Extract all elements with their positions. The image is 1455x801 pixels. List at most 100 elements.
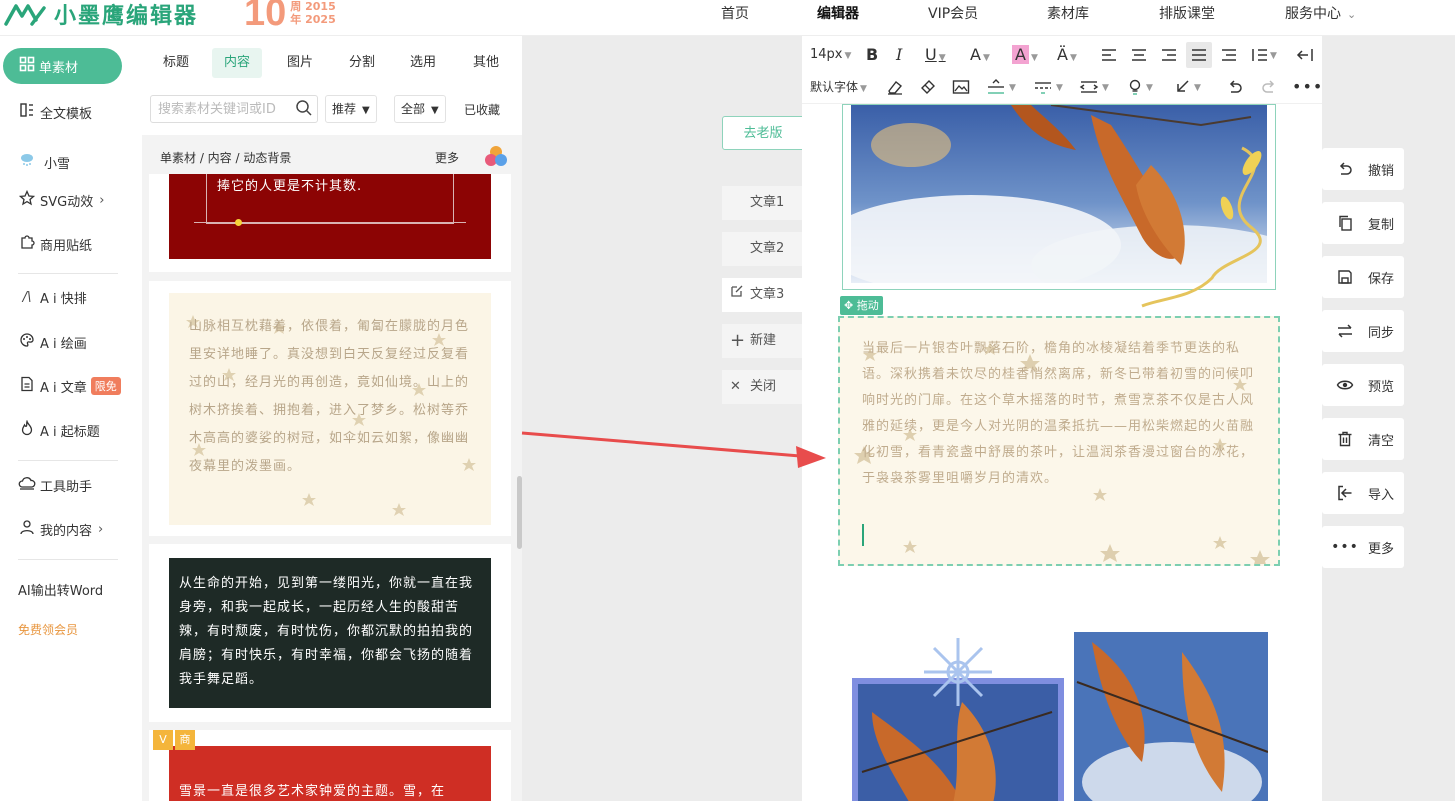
selected-text-block[interactable]: 当最后一片银杏叶飘落石阶，檐角的冰棱凝结着季节更迭的私语。深秋携着未饮尽的桂香悄…: [838, 316, 1280, 566]
close-article-button[interactable]: ✕ 关闭: [722, 370, 802, 404]
logo[interactable]: 小墨鹰编辑器: [4, 0, 198, 29]
undo-icon[interactable]: [1226, 76, 1244, 98]
cloud-tool-icon: [18, 475, 36, 495]
align-right-icon[interactable]: [1160, 44, 1178, 66]
sidebar-item-ai-word[interactable]: AI输出转Word: [18, 580, 103, 599]
material-scrollbar[interactable]: [517, 476, 522, 549]
editor-canvas: 14px ▼ B I U ▼ A ▼ A ▼ Ä ▼ ▼ 默认字体 ▼ ▼ ▼ ▼ ▼ ▼ …: [802, 36, 1322, 801]
nav-vip[interactable]: VIP会员: [928, 3, 978, 23]
sidebar-item-ai-title[interactable]: A i 起标题: [18, 419, 100, 440]
sidebar-item-ai-paint[interactable]: A i 绘画: [18, 332, 87, 352]
search-input[interactable]: [158, 100, 288, 118]
bulb-icon[interactable]: ▼: [1126, 76, 1153, 98]
tab-other[interactable]: 其他: [461, 48, 511, 78]
bottom-image-group[interactable]: [852, 632, 1268, 801]
line-height-icon[interactable]: ▼: [1250, 44, 1277, 66]
format-brush-icon[interactable]: [919, 76, 937, 98]
exit-icon[interactable]: [1296, 44, 1314, 66]
font-family-select[interactable]: 默认字体 ▼: [810, 76, 867, 98]
doc-icon: [18, 376, 36, 396]
sidebar-item-svg[interactable]: SVG动效 ›: [18, 189, 104, 210]
sort-select-value: 推荐: [332, 102, 357, 116]
material-card[interactable]: 从生命的开始，见到第一缕阳光，你就一直在我身旁，和我一起成长，一起历经人生的酸甜…: [149, 544, 511, 722]
indent-icon[interactable]: [1220, 44, 1238, 66]
sort-select[interactable]: 推荐 ▼: [325, 95, 377, 123]
sidebar-item-stickers[interactable]: 商用贴纸: [18, 234, 92, 254]
collected-link[interactable]: 已收藏: [464, 101, 500, 118]
article-tab-2[interactable]: 文章2: [722, 232, 802, 266]
divider-line-icon[interactable]: ▼: [1032, 76, 1063, 98]
nav-library[interactable]: 素材库: [1047, 3, 1089, 23]
card-badges: V 商: [153, 730, 197, 750]
paragraph-spacing-icon[interactable]: ▼: [985, 76, 1016, 98]
new-article-button[interactable]: + 新建: [722, 324, 802, 358]
drag-handle[interactable]: ✥ 拖动: [840, 296, 883, 315]
eraser-icon[interactable]: [886, 76, 904, 98]
bold-icon[interactable]: B: [866, 44, 878, 66]
copy-button[interactable]: 复制: [1322, 202, 1404, 244]
sidebar-item-snow[interactable]: 小雪: [18, 152, 70, 172]
article-tab-3[interactable]: 文章3: [722, 278, 802, 312]
material-card[interactable]: 山脉相互枕藉着，依偎着，匍匐在朦胧的月色里安详地睡了。真没想到白天反复经过反复看…: [149, 281, 511, 536]
redo-icon[interactable]: [1260, 76, 1278, 98]
sync-button[interactable]: 同步: [1322, 310, 1404, 352]
nav-editor[interactable]: 编辑器: [817, 3, 859, 23]
nav-home[interactable]: 首页: [721, 3, 749, 23]
close-icon: ✕: [730, 379, 741, 394]
import-button[interactable]: 导入: [1322, 472, 1404, 514]
clear-button[interactable]: 清空: [1322, 418, 1404, 460]
more-button[interactable]: ••• 更多: [1322, 526, 1404, 568]
save-button[interactable]: 保存: [1322, 256, 1404, 298]
underline-icon[interactable]: U ▼: [925, 44, 946, 66]
italic-icon[interactable]: I: [896, 44, 902, 66]
puzzle-icon: [18, 234, 36, 254]
align-center-icon[interactable]: [1130, 44, 1148, 66]
text-caret: [862, 524, 864, 546]
align-justify-icon[interactable]: [1186, 42, 1212, 68]
font-size-select[interactable]: 14px ▼: [810, 44, 851, 66]
sidebar-item-label: 商用贴纸: [40, 238, 93, 254]
action-label: 更多: [1368, 541, 1395, 557]
old-version-button[interactable]: 去老版: [722, 116, 804, 150]
anniversary-badge: 10 周 2015 年 2025: [244, 0, 336, 32]
nav-classroom[interactable]: 排版课堂: [1159, 3, 1215, 23]
action-label: 导入: [1368, 487, 1395, 503]
arrow-icon[interactable]: ▼: [1174, 76, 1201, 98]
action-label: 复制: [1368, 217, 1395, 233]
preview-button[interactable]: 预览: [1322, 364, 1404, 406]
card-preview: 山脉相互枕藉着，依偎着，匍匐在朦胧的月色里安详地睡了。真没想到白天反复经过反复看…: [169, 293, 491, 525]
plus-icon: +: [730, 330, 746, 351]
sidebar-item-ai-article[interactable]: A i 文章 限免: [18, 376, 121, 396]
tab-image[interactable]: 图片: [275, 48, 325, 78]
material-card[interactable]: 雪景一直是很多艺术家钟爱的主题。雪，在 V 商: [149, 730, 511, 801]
align-left-icon[interactable]: [1100, 44, 1118, 66]
article-tab-1[interactable]: 文章1: [722, 186, 802, 220]
font-color-icon[interactable]: A ▼: [970, 44, 990, 66]
scope-select[interactable]: 全部 ▼: [394, 95, 446, 123]
search-icon[interactable]: [295, 99, 313, 121]
drag-label: 拖动: [856, 299, 879, 312]
highlight-color-icon[interactable]: A ▼: [1012, 44, 1038, 66]
nav-service[interactable]: 服务中心 ⌄: [1285, 3, 1356, 23]
sidebar-divider: [18, 559, 118, 560]
letter-spacing-icon[interactable]: ▼: [1078, 76, 1109, 98]
tab-title[interactable]: 标题: [151, 48, 201, 78]
tab-content[interactable]: 内容: [212, 48, 263, 78]
undo-button[interactable]: 撤销: [1322, 148, 1404, 190]
sidebar-item-templates[interactable]: 全文模板: [18, 102, 92, 122]
text-effect-icon[interactable]: Ä ▼: [1057, 44, 1077, 66]
search-box: [150, 95, 318, 123]
tab-selected[interactable]: 选用: [398, 48, 448, 78]
tab-divider[interactable]: 分割: [337, 48, 387, 78]
color-palette-icon[interactable]: [484, 145, 508, 167]
image-icon[interactable]: [952, 76, 970, 98]
sidebar-item-ai-layout[interactable]: /\ A i 快排: [18, 288, 87, 307]
more-icon[interactable]: •••: [1292, 76, 1322, 98]
material-card[interactable]: 捧它的人更是不计其数.: [149, 174, 511, 272]
sidebar-item-my-content[interactable]: 我的内容 ›: [18, 519, 103, 539]
sidebar-item-tools[interactable]: 工具助手: [18, 475, 92, 495]
more-link[interactable]: 更多: [435, 149, 459, 166]
sidebar-item-free-vip[interactable]: 免费领会员: [18, 621, 78, 638]
document: ✥ 拖动 当最后一片银杏叶飘落石阶，檐角的冰棱凝结着季节更迭的私语。深秋携着未饮…: [802, 104, 1322, 801]
single-material-button[interactable]: 单素材: [3, 48, 122, 84]
